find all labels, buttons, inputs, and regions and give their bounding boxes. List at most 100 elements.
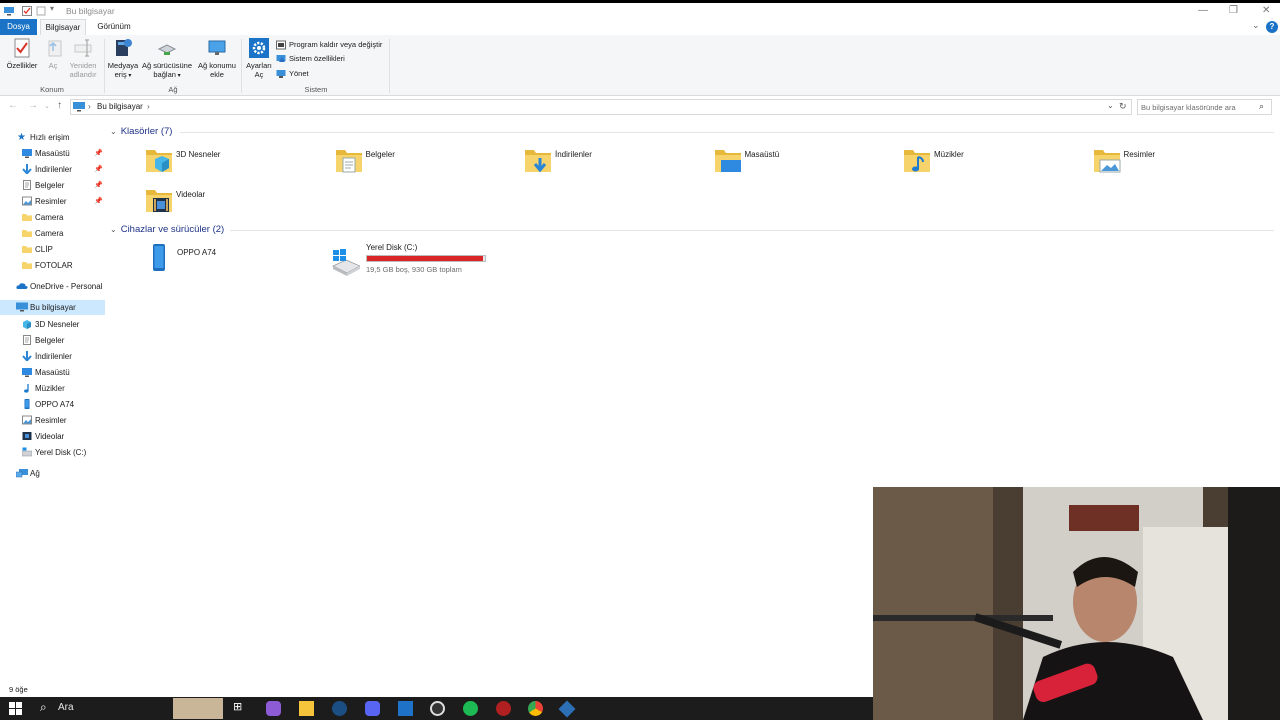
nav-quick-item[interactable]: Masaüstü 📌 (0, 146, 105, 161)
chrome-icon[interactable] (528, 701, 543, 716)
map-network-drive-button[interactable]: Ağ sürücüsüne bağlan ▾ (140, 37, 194, 81)
taskbar-search-label[interactable]: Ara (58, 702, 74, 713)
search-highlight-image[interactable] (173, 698, 223, 719)
network-icon (16, 469, 28, 478)
nav-pc-item[interactable]: 3D Nesneler (0, 317, 105, 332)
folder-tile[interactable]: 3D Nesneler (145, 145, 325, 181)
minimize-icon[interactable]: — (1198, 5, 1208, 16)
webcam-overlay (873, 487, 1280, 720)
recent-locations-chevron-icon[interactable]: ⌄ (44, 102, 50, 110)
search-box[interactable]: ⌕ (1137, 99, 1272, 115)
windows-start-icon[interactable] (9, 702, 22, 715)
search-icon[interactable]: ⌕ (1259, 101, 1264, 112)
folder-tile[interactable]: Belgeler (335, 145, 515, 181)
pin-icon[interactable]: 📌 (94, 178, 103, 193)
obs-icon[interactable] (430, 701, 445, 716)
pin-icon[interactable]: 📌 (94, 162, 103, 177)
music-icon (904, 150, 930, 172)
devices-section-header[interactable]: ⌄ Cihazlar ve sürücüler (2) (110, 224, 224, 235)
tab-computer[interactable]: Bilgisayar (40, 19, 86, 35)
nav-quick-access[interactable]: ★ Hızlı erişim (0, 130, 105, 145)
copilot-icon[interactable] (266, 701, 281, 716)
maximize-icon[interactable]: ❐ (1229, 5, 1238, 16)
nav-label: Hızlı erişim (30, 133, 70, 142)
new-folder-quick-icon[interactable] (36, 6, 46, 16)
search-icon[interactable]: ⌕ (40, 700, 55, 715)
nav-pc-item[interactable]: İndirilenler (0, 349, 105, 364)
access-media-button[interactable]: Medyaya eriş ▾ (106, 37, 140, 81)
folder-tile[interactable]: Videolar (145, 185, 325, 221)
quick-access-dropdown-icon[interactable]: ▾ (50, 4, 54, 13)
add-network-location-button[interactable]: Ağ konumu ekle (196, 37, 238, 79)
file-explorer-icon[interactable] (299, 701, 314, 716)
system-properties-button[interactable]: Sistem özellikleri (276, 53, 345, 66)
videos-icon (22, 432, 32, 440)
open-button[interactable]: Aç (44, 37, 62, 70)
nav-pc-item[interactable]: Masaüstü (0, 365, 105, 380)
device-tile-phone[interactable]: OPPO A74 (146, 243, 326, 279)
ribbon-collapse-icon[interactable]: ⌄ (1252, 20, 1260, 31)
properties-quick-icon[interactable] (22, 6, 32, 16)
nav-quick-item[interactable]: Belgeler 📌 (0, 178, 105, 193)
app-icon[interactable] (558, 700, 576, 718)
folders-section-header[interactable]: ⌄ Klasörler (7) (110, 126, 172, 137)
address-dropdown-icon[interactable]: ⌄ (1107, 101, 1114, 110)
nav-quick-item[interactable]: Resimler 📌 (0, 194, 105, 209)
help-icon[interactable]: ? (1266, 21, 1278, 33)
nav-onedrive[interactable]: OneDrive - Personal (0, 279, 105, 294)
search-input[interactable] (1141, 102, 1256, 113)
steam-icon[interactable] (332, 701, 347, 716)
chevron-down-icon[interactable]: ⌄ (110, 127, 117, 136)
nav-pc-item[interactable]: Yerel Disk (C:) (0, 445, 105, 460)
nav-this-pc[interactable]: Bu bilgisayar (0, 300, 105, 315)
uninstall-icon (276, 40, 286, 50)
nav-label: 3D Nesneler (35, 320, 80, 329)
nav-quick-item[interactable]: İndirilenler 📌 (0, 162, 105, 177)
nav-quick-item[interactable]: FOTOLAR (0, 258, 105, 273)
nav-quick-item[interactable]: Camera (0, 210, 105, 225)
rename-button[interactable]: Yeniden adlandır (66, 37, 100, 79)
nav-quick-item[interactable]: Camera (0, 226, 105, 241)
open-settings-button[interactable]: Ayarları Aç (245, 37, 273, 79)
forward-arrow-icon[interactable]: → (28, 100, 38, 111)
close-icon[interactable]: ✕ (1262, 5, 1270, 16)
nav-label: OneDrive - Personal (30, 282, 103, 291)
nav-pc-item[interactable]: Videolar (0, 429, 105, 444)
tab-file[interactable]: Dosya (0, 19, 37, 35)
task-view-icon[interactable]: ⊞ (233, 700, 248, 715)
up-arrow-icon[interactable]: ↑ (57, 100, 62, 111)
3d-objects-icon (23, 320, 31, 329)
refresh-icon[interactable]: ↻ (1119, 101, 1127, 112)
breadcrumb-chevron-icon[interactable]: › (147, 102, 150, 111)
chevron-down-icon[interactable]: ⌄ (110, 225, 117, 234)
nav-network[interactable]: Ağ (0, 466, 105, 481)
3d-objects-icon (146, 150, 172, 172)
pin-icon[interactable]: 📌 (94, 194, 103, 209)
discord-icon[interactable] (365, 701, 380, 716)
tab-view[interactable]: Görünüm (92, 19, 136, 35)
nav-quick-item[interactable]: CLİP (0, 242, 105, 257)
game-launcher-icon[interactable] (496, 701, 511, 716)
nav-label: Müzikler (35, 384, 65, 393)
documents-icon (23, 335, 31, 345)
manage-button[interactable]: Yönet (276, 68, 309, 81)
folder-tile[interactable]: İndirilenler (524, 145, 704, 181)
breadcrumb-chevron-icon[interactable]: › (88, 102, 91, 111)
properties-button[interactable]: Özellikler (4, 37, 40, 70)
section-divider (180, 132, 1274, 133)
nav-pc-item[interactable]: Müzikler (0, 381, 105, 396)
back-arrow-icon[interactable]: ← (8, 100, 18, 111)
address-bar[interactable]: › Bu bilgisayar › ⌄ ↻ (70, 99, 1132, 115)
uninstall-program-button[interactable]: Program kaldır veya değiştir (276, 39, 382, 52)
nav-pc-item[interactable]: OPPO A74 (0, 397, 105, 412)
nav-pc-item[interactable]: Resimler (0, 413, 105, 428)
breadcrumb[interactable]: Bu bilgisayar (97, 102, 143, 111)
manage-label: Yönet (289, 69, 309, 78)
nav-pc-item[interactable]: Belgeler (0, 333, 105, 348)
spotify-icon[interactable] (463, 701, 478, 716)
pin-icon[interactable]: 📌 (94, 146, 103, 161)
folder-tile[interactable]: Müzikler (903, 145, 1083, 181)
folder-tile[interactable]: Masaüstü (714, 145, 894, 181)
mail-icon[interactable] (398, 701, 413, 716)
folder-tile[interactable]: Resimler (1093, 145, 1273, 181)
